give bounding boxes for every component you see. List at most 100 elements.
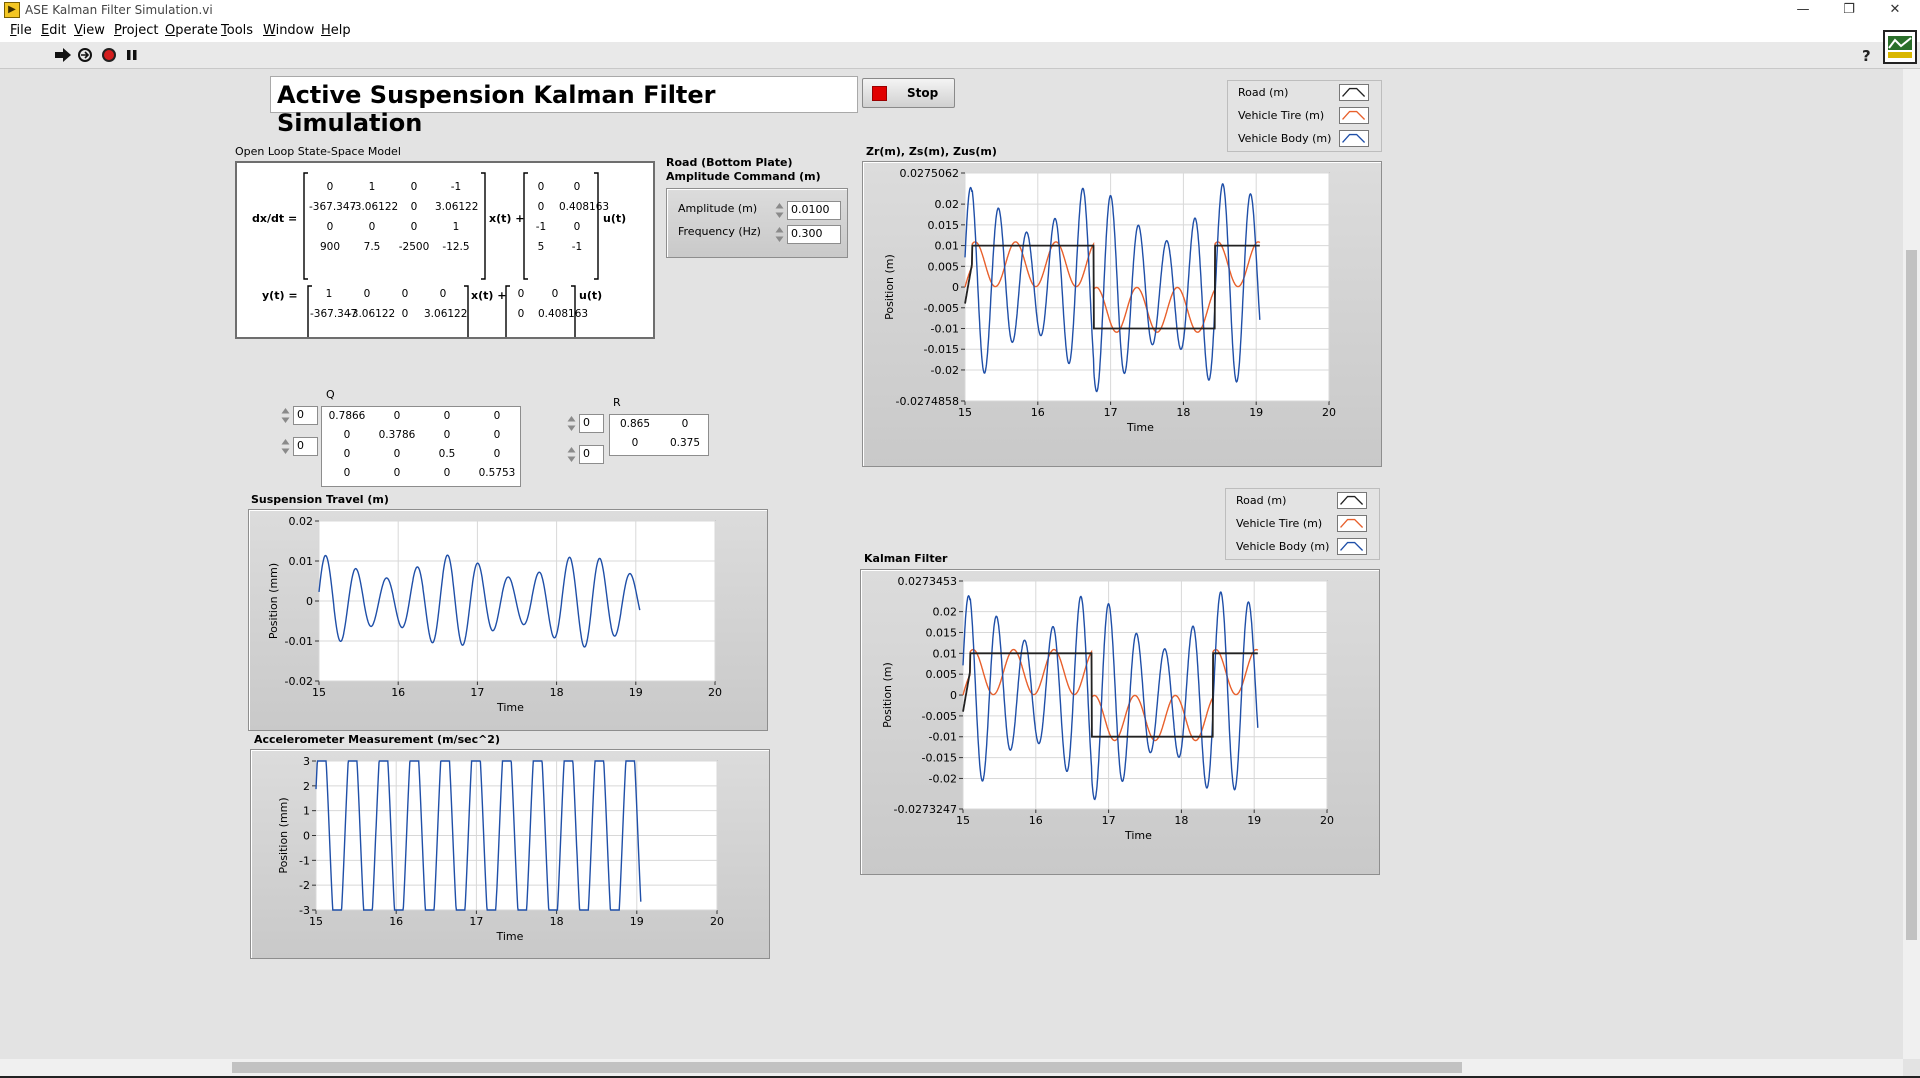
x-tick-label: 15 xyxy=(312,686,326,699)
menu-window[interactable]: Window xyxy=(263,23,314,38)
x-axis-label: Time xyxy=(496,701,524,714)
accel-graph-frame: 15 16 17 18 19 20 3 2 1 0 -1 -2 -3 Time Position (mm) xyxy=(250,749,770,959)
matrix-a-cell: 1 xyxy=(452,221,460,233)
y-tick-label: 0.0275062 xyxy=(900,167,960,180)
x-tick-label: 18 xyxy=(1174,814,1188,827)
matrix-d-cell: 0.408163 xyxy=(538,308,589,320)
x-tick-label: 17 xyxy=(1102,814,1116,827)
r-col-index[interactable]: 0 xyxy=(579,445,604,464)
legend-item-road[interactable]: Road (m) xyxy=(1226,489,1379,512)
x-axis-label: Time xyxy=(1126,421,1154,434)
legend-item-road[interactable]: Road (m) xyxy=(1228,81,1381,104)
legend-item-tire[interactable]: Vehicle Tire (m) xyxy=(1226,512,1379,535)
matrix-d-cell: 0 xyxy=(517,308,525,320)
vertical-scroll-thumb[interactable] xyxy=(1906,250,1917,940)
stop-button-label: Stop xyxy=(907,86,939,100)
suspension-graph[interactable]: 15 16 17 18 19 20 0.02 0.01 0 -0.01 -0.02 Time Posit… xyxy=(249,510,767,730)
y-tick-label: -0.015 xyxy=(924,343,959,356)
close-button[interactable]: ✕ xyxy=(1872,0,1918,20)
amplitude-input[interactable]: 0.0100 xyxy=(787,201,841,220)
q-row-index[interactable]: 0 xyxy=(293,406,318,425)
pause-icon[interactable] xyxy=(123,47,141,63)
matrix-a-cell: 1 xyxy=(368,181,376,193)
y-tick-label: 0.01 xyxy=(933,647,958,660)
r-col-index-spin-icon[interactable] xyxy=(566,445,577,464)
legend-item-tire[interactable]: Vehicle Tire (m) xyxy=(1228,104,1381,127)
amplitude-spin-icon[interactable] xyxy=(774,201,785,220)
frequency-spin-icon[interactable] xyxy=(774,225,785,244)
menu-project[interactable]: Project xyxy=(114,23,159,38)
r-matrix-cell: 0.865 xyxy=(619,418,651,430)
matrix-d-cell: 0 xyxy=(551,288,559,300)
minimize-button[interactable]: — xyxy=(1780,0,1826,20)
response-legend: Road (m) Vehicle Tire (m) Vehicle Body (… xyxy=(1227,80,1382,152)
y-tick-label: -0.0274858 xyxy=(896,395,959,408)
response-graph[interactable]: 15 16 17 18 19 20 0.0275062 0.02 0.015 0.01 0.005 0… xyxy=(863,162,1381,466)
y-tick-label: -1 xyxy=(299,854,310,867)
x-tick-label: 16 xyxy=(1031,406,1045,419)
y-tick-label: -0.02 xyxy=(929,772,957,785)
legend-item-body[interactable]: Vehicle Body (m) xyxy=(1226,535,1379,558)
x-tick-label: 19 xyxy=(1247,814,1261,827)
menu-operate[interactable]: Operate xyxy=(165,23,218,38)
panel-title: Active Suspension Kalman Filter Simulati… xyxy=(277,81,716,137)
q-row-index-spin-icon[interactable] xyxy=(280,406,291,425)
r-row-index[interactable]: 0 xyxy=(579,414,604,433)
restore-button[interactable]: ❐ xyxy=(1826,0,1872,20)
x-tick-label: 20 xyxy=(710,915,724,928)
y-tick-label: 0.015 xyxy=(926,626,958,639)
y-tick-label: -0.0273247 xyxy=(894,803,957,816)
y-tick-label: 0.02 xyxy=(935,198,960,211)
x-tick-label: 18 xyxy=(550,915,564,928)
matrix-b-cell: -1 xyxy=(535,221,547,233)
menu-tools[interactable]: Tools xyxy=(221,23,253,38)
stop-button[interactable]: Stop xyxy=(862,78,955,108)
frequency-input[interactable]: 0.300 xyxy=(787,225,841,244)
abort-execution-icon[interactable] xyxy=(100,47,118,63)
matrix-a-cell: 7.5 xyxy=(363,241,381,253)
r-matrix-cell: 0 xyxy=(631,437,639,449)
matrix-b-cell: 5 xyxy=(537,241,545,253)
matrix-d-cell: 0 xyxy=(517,288,525,300)
q-matrix-cell: 0 xyxy=(493,448,501,460)
vi-icon xyxy=(1883,30,1917,64)
r-row-index-spin-icon[interactable] xyxy=(566,414,577,433)
matrix-c-cell: 0 xyxy=(363,288,371,300)
menu-file[interactable]: File xyxy=(10,23,32,38)
matrix-b-cell: 0 xyxy=(537,201,545,213)
title-bar: ▶ ASE Kalman Filter Simulation.vi — ❐ ✕ xyxy=(0,0,1920,20)
cx-label: x(t) + xyxy=(471,289,507,302)
bu-label: u(t) xyxy=(603,212,627,225)
matrix-a-cell: 0 xyxy=(410,201,418,213)
kalman-graph[interactable]: 15 16 17 18 19 20 0.0273453 0.02 0.015 0.01 0.005 0… xyxy=(861,570,1379,874)
tire-legend-icon xyxy=(1339,107,1369,124)
accel-graph[interactable]: 15 16 17 18 19 20 3 2 1 0 -1 -2 -3 Time Position (mm) xyxy=(251,750,769,958)
menu-help[interactable]: Help xyxy=(321,23,351,38)
suspension-graph-frame: 15 16 17 18 19 20 0.02 0.01 0 -0.01 -0.02 Time Posit… xyxy=(248,509,768,731)
run-arrow-icon[interactable] xyxy=(54,47,72,63)
y-tick-label: -0.01 xyxy=(285,635,313,648)
menu-edit[interactable]: Edit xyxy=(41,23,66,38)
q-matrix-cell: 0 xyxy=(393,467,401,479)
matrix-a-cell: 0 xyxy=(410,221,418,233)
x-tick-label: 19 xyxy=(630,915,644,928)
y-tick-label: -0.005 xyxy=(924,302,959,315)
context-help-icon[interactable]: ? xyxy=(1862,47,1871,65)
y-axis-label: Position (m) xyxy=(883,254,896,320)
x-tick-label: 15 xyxy=(958,406,972,419)
q-matrix[interactable]: 0.7866 0 0 0 0 0.3786 0 0 0 0 0.5 0 0 0 0 0.5753 xyxy=(321,406,521,487)
y-axis-label: Position (mm) xyxy=(277,797,290,873)
body-legend-icon xyxy=(1337,538,1367,555)
run-continuously-icon[interactable] xyxy=(76,47,94,63)
tire-legend-icon xyxy=(1337,515,1367,532)
horizontal-scroll-thumb[interactable] xyxy=(232,1062,1462,1073)
r-matrix[interactable]: 0.865 0 0 0.375 xyxy=(609,414,709,456)
x-tick-label: 16 xyxy=(389,915,403,928)
road-amplitude-cluster: Amplitude (m) 0.0100 Frequency (Hz) 0.30… xyxy=(666,188,848,258)
q-col-index-spin-icon[interactable] xyxy=(280,437,291,456)
menu-view[interactable]: View xyxy=(74,23,105,38)
q-col-index[interactable]: 0 xyxy=(293,437,318,456)
x-tick-label: 17 xyxy=(469,915,483,928)
y-tick-label: -0.005 xyxy=(922,710,957,723)
legend-item-body[interactable]: Vehicle Body (m) xyxy=(1228,127,1381,150)
